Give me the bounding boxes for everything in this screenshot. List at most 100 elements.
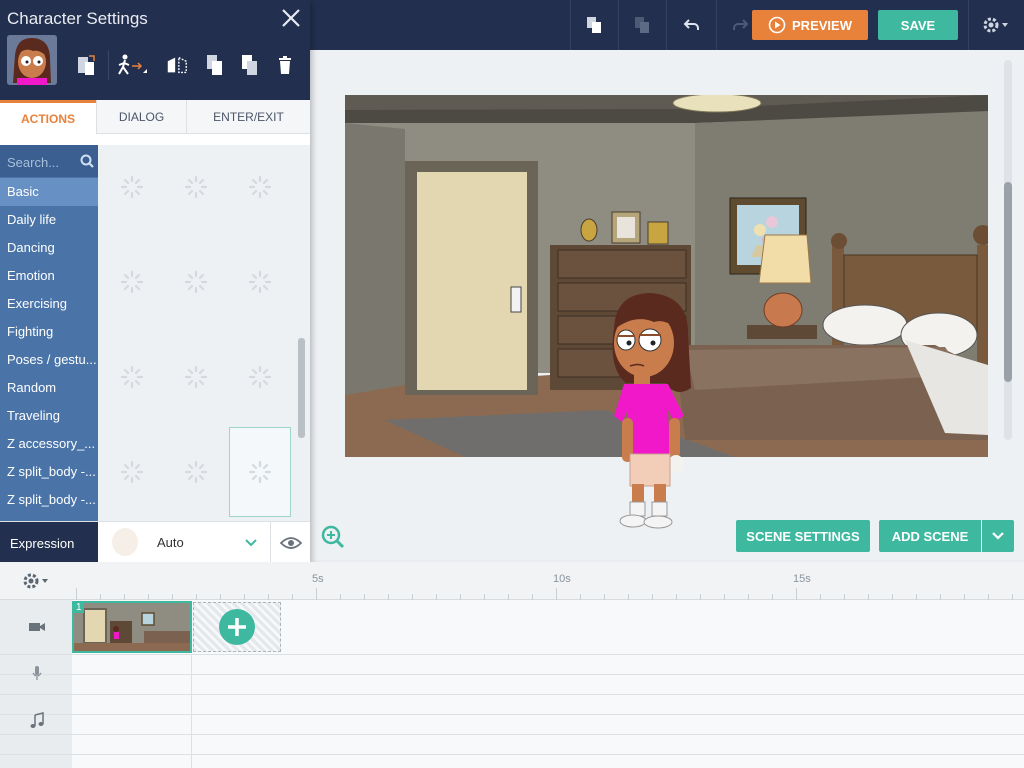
- loading-spinner-icon: [120, 460, 144, 484]
- actions-scrollbar-thumb[interactable]: [298, 338, 305, 438]
- chevron-down-icon: [245, 539, 257, 547]
- microphone-icon: [28, 664, 46, 682]
- track-divider: [0, 734, 1024, 735]
- expression-bar: Expression Auto: [0, 521, 310, 563]
- scene-settings-button[interactable]: SCENE SETTINGS: [736, 520, 870, 552]
- chevron-down-icon: [992, 532, 1004, 540]
- duplicate-icon[interactable]: [203, 52, 227, 78]
- preview-label: PREVIEW: [792, 17, 852, 33]
- loading-spinner-icon: [248, 175, 272, 199]
- character-figure[interactable]: [596, 288, 701, 533]
- track-divider: [0, 674, 1024, 675]
- panel-header: Character Settings: [0, 0, 310, 100]
- category-z-accessory[interactable]: Z accessory_...: [0, 430, 98, 458]
- copy-character-icon[interactable]: [238, 52, 262, 78]
- music-note-icon: [28, 712, 46, 730]
- add-scene-label: ADD SCENE: [891, 528, 969, 544]
- expression-face-icon: [112, 528, 138, 556]
- character-avatar[interactable]: [7, 35, 57, 85]
- timeline-ruler[interactable]: [0, 562, 1024, 600]
- eye-icon[interactable]: [270, 522, 310, 563]
- tab-actions[interactable]: ACTIONS: [0, 100, 96, 134]
- toolbar-separator: [618, 0, 619, 50]
- toolbar-separator: [570, 0, 571, 50]
- plus-icon: [228, 618, 246, 636]
- tab-label: ACTIONS: [21, 111, 75, 126]
- timeline-settings-gear-icon[interactable]: [21, 571, 53, 591]
- settings-gear-icon[interactable]: [980, 13, 1012, 37]
- tick-label-10s: 10s: [553, 573, 571, 585]
- loading-spinner-icon: [120, 365, 144, 389]
- tab-label: DIALOG: [118, 110, 165, 124]
- category-basic[interactable]: Basic: [0, 178, 98, 206]
- search-input[interactable]: Search...: [0, 145, 98, 177]
- tab-dialog[interactable]: DIALOG: [96, 100, 186, 134]
- track-divider: [0, 754, 1024, 755]
- change-character-icon[interactable]: [74, 52, 98, 78]
- expression-label: Expression: [0, 522, 98, 563]
- loading-spinner-icon: [120, 175, 144, 199]
- ruler-tick: [796, 588, 797, 600]
- panel-title: Character Settings: [7, 9, 148, 28]
- category-exercising[interactable]: Exercising: [0, 290, 98, 318]
- tab-enter-exit[interactable]: ENTER/EXIT: [186, 100, 310, 134]
- loading-spinner-icon: [248, 460, 272, 484]
- loading-spinner-icon: [184, 460, 208, 484]
- play-circle-icon: [768, 16, 786, 34]
- scene-settings-label: SCENE SETTINGS: [746, 528, 860, 544]
- stage-scrollbar-thumb[interactable]: [1004, 182, 1012, 382]
- loading-spinner-icon: [184, 365, 208, 389]
- tick-label-15s: 15s: [793, 573, 811, 585]
- scene-number: 1: [74, 602, 84, 613]
- expression-value: Auto: [157, 535, 184, 550]
- tab-spacer: [0, 134, 310, 145]
- tick-label-5s: 5s: [312, 573, 324, 585]
- camera-icon: [28, 618, 46, 636]
- loading-spinner-icon: [184, 270, 208, 294]
- walk-action-icon[interactable]: [114, 52, 150, 78]
- redo-icon[interactable]: [728, 13, 752, 37]
- loading-spinner-icon: [248, 365, 272, 389]
- category-z-split-body-2[interactable]: Z split_body -...: [0, 486, 98, 514]
- category-dancing[interactable]: Dancing: [0, 234, 98, 262]
- track-divider: [191, 654, 192, 768]
- track-divider: [0, 654, 1024, 655]
- panel-tool-separator: [108, 50, 109, 80]
- add-scene-dropdown-button[interactable]: [982, 520, 1014, 552]
- copy-icon[interactable]: [582, 13, 606, 37]
- track-divider: [0, 714, 1024, 715]
- preview-button[interactable]: PREVIEW: [752, 10, 868, 40]
- category-emotion[interactable]: Emotion: [0, 262, 98, 290]
- flip-character-icon[interactable]: [165, 52, 189, 78]
- undo-icon[interactable]: [680, 13, 704, 37]
- toolbar-separator: [968, 0, 969, 50]
- track-divider: [0, 694, 1024, 695]
- save-button[interactable]: SAVE: [878, 10, 958, 40]
- paste-icon[interactable]: [630, 13, 654, 37]
- tab-label: ENTER/EXIT: [213, 110, 284, 124]
- close-icon[interactable]: [279, 6, 303, 30]
- save-label: SAVE: [900, 17, 936, 33]
- category-traveling[interactable]: Traveling: [0, 402, 98, 430]
- toolbar-separator: [666, 0, 667, 50]
- toolbar-separator: [716, 0, 717, 50]
- ruler-tick: [556, 588, 557, 600]
- scene-thumbnail[interactable]: [72, 601, 192, 653]
- search-placeholder: Search...: [7, 155, 60, 170]
- category-z-split-body-1[interactable]: Z split_body -...: [0, 458, 98, 486]
- loading-spinner-icon: [184, 175, 208, 199]
- search-icon: [80, 154, 94, 168]
- category-random[interactable]: Random: [0, 374, 98, 402]
- trash-icon[interactable]: [273, 52, 297, 78]
- zoom-in-icon[interactable]: [320, 524, 346, 550]
- panel-tabs: ACTIONS DIALOG ENTER/EXIT: [0, 100, 310, 134]
- ruler-tick: [316, 588, 317, 600]
- ruler-tick: [76, 588, 77, 600]
- category-poses-gestures[interactable]: Poses / gestu...: [0, 346, 98, 374]
- category-fighting[interactable]: Fighting: [0, 318, 98, 346]
- add-scene-button[interactable]: ADD SCENE: [879, 520, 981, 552]
- loading-spinner-icon: [248, 270, 272, 294]
- add-scene-plus-button[interactable]: [219, 609, 255, 645]
- loading-spinner-icon: [120, 270, 144, 294]
- category-daily-life[interactable]: Daily life: [0, 206, 98, 234]
